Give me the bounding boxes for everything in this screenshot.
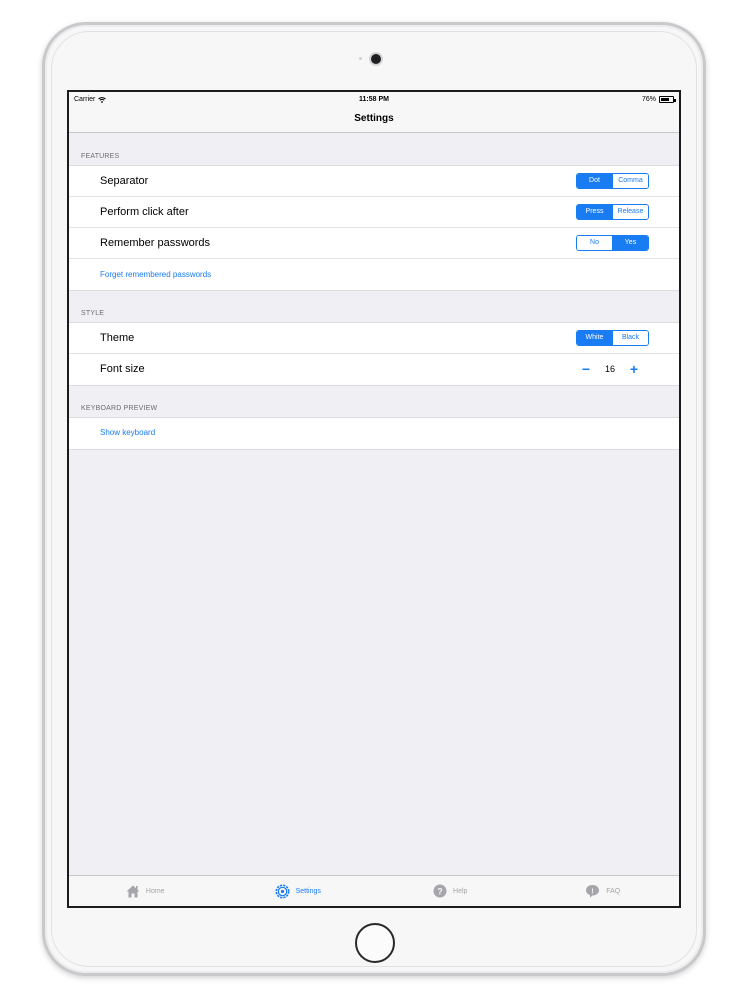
perform-click-segmented-control: Press Release [576, 204, 649, 220]
separator-row: Separator Dot Comma [69, 166, 679, 197]
remember-passwords-option-no[interactable]: No [577, 236, 612, 250]
tab-help[interactable]: ? Help [374, 876, 527, 906]
remember-passwords-row: Remember passwords No Yes [69, 228, 679, 259]
tab-faq[interactable]: ! FAQ [527, 876, 680, 906]
forget-passwords-link[interactable]: Forget remembered passwords [100, 270, 211, 279]
font-size-increase-button[interactable]: + [625, 362, 643, 376]
tab-home[interactable]: Home [69, 876, 222, 906]
tab-settings-label: Settings [295, 887, 321, 895]
navigation-bar: Settings [69, 108, 679, 133]
font-size-row: Font size − 16 + [69, 354, 679, 385]
help-icon: ? [433, 884, 447, 898]
keyboard-preview-group: Show keyboard [69, 417, 679, 450]
separator-option-dot[interactable]: Dot [577, 174, 612, 188]
theme-label: Theme [100, 332, 135, 344]
front-sensor [359, 57, 362, 60]
style-group: Theme White Black Font size − 16 + [69, 322, 679, 386]
font-size-decrease-button[interactable]: − [577, 362, 595, 376]
tab-faq-label: FAQ [606, 887, 621, 895]
tab-bar: Home Settings ? Help ! FAQ [69, 875, 679, 906]
page-title: Settings [354, 113, 394, 124]
perform-click-label: Perform click after [100, 206, 189, 218]
theme-option-black[interactable]: Black [612, 331, 648, 345]
theme-segmented-control: White Black [576, 330, 649, 346]
tab-home-label: Home [145, 887, 165, 895]
screen: Carrier 11:58 PM 76% Settings FEATURES S… [67, 90, 681, 908]
home-button[interactable] [355, 923, 395, 963]
section-header-style: STYLE [81, 310, 105, 317]
theme-row: Theme White Black [69, 323, 679, 354]
show-keyboard-row[interactable]: Show keyboard [69, 418, 679, 449]
section-header-features: FEATURES [81, 153, 120, 160]
front-camera [371, 54, 381, 64]
font-size-stepper: − 16 + [577, 362, 643, 376]
font-size-value: 16 [604, 364, 615, 374]
home-icon [126, 885, 140, 897]
perform-click-row: Perform click after Press Release [69, 197, 679, 228]
battery-tip [674, 99, 676, 102]
remember-passwords-segmented-control: No Yes [576, 235, 649, 251]
show-keyboard-link[interactable]: Show keyboard [100, 428, 155, 437]
forget-passwords-row[interactable]: Forget remembered passwords [69, 259, 679, 290]
font-size-label: Font size [100, 363, 145, 375]
features-group: Separator Dot Comma Perform click after … [69, 165, 679, 291]
status-right: 76% [641, 96, 676, 103]
battery-percent: 76% [641, 96, 656, 103]
perform-click-option-release[interactable]: Release [612, 205, 648, 219]
battery-level [661, 98, 669, 101]
battery-icon [659, 96, 676, 103]
svg-text:?: ? [437, 886, 443, 896]
tab-help-label: Help [453, 887, 468, 895]
section-header-keyboard-preview: KEYBOARD PREVIEW [81, 405, 158, 412]
settings-icon [275, 884, 290, 898]
separator-option-comma[interactable]: Comma [612, 174, 648, 188]
perform-click-option-press[interactable]: Press [577, 205, 612, 219]
remember-passwords-label: Remember passwords [100, 237, 211, 249]
status-bar: Carrier 11:58 PM 76% [69, 92, 679, 108]
separator-label: Separator [100, 175, 149, 187]
faq-icon: ! [586, 885, 600, 898]
status-time: 11:58 PM [359, 96, 389, 103]
tab-settings[interactable]: Settings [222, 876, 375, 906]
svg-text:!: ! [592, 888, 594, 895]
separator-segmented-control: Dot Comma [576, 173, 649, 189]
theme-option-white[interactable]: White [577, 331, 612, 345]
remember-passwords-option-yes[interactable]: Yes [612, 236, 648, 250]
